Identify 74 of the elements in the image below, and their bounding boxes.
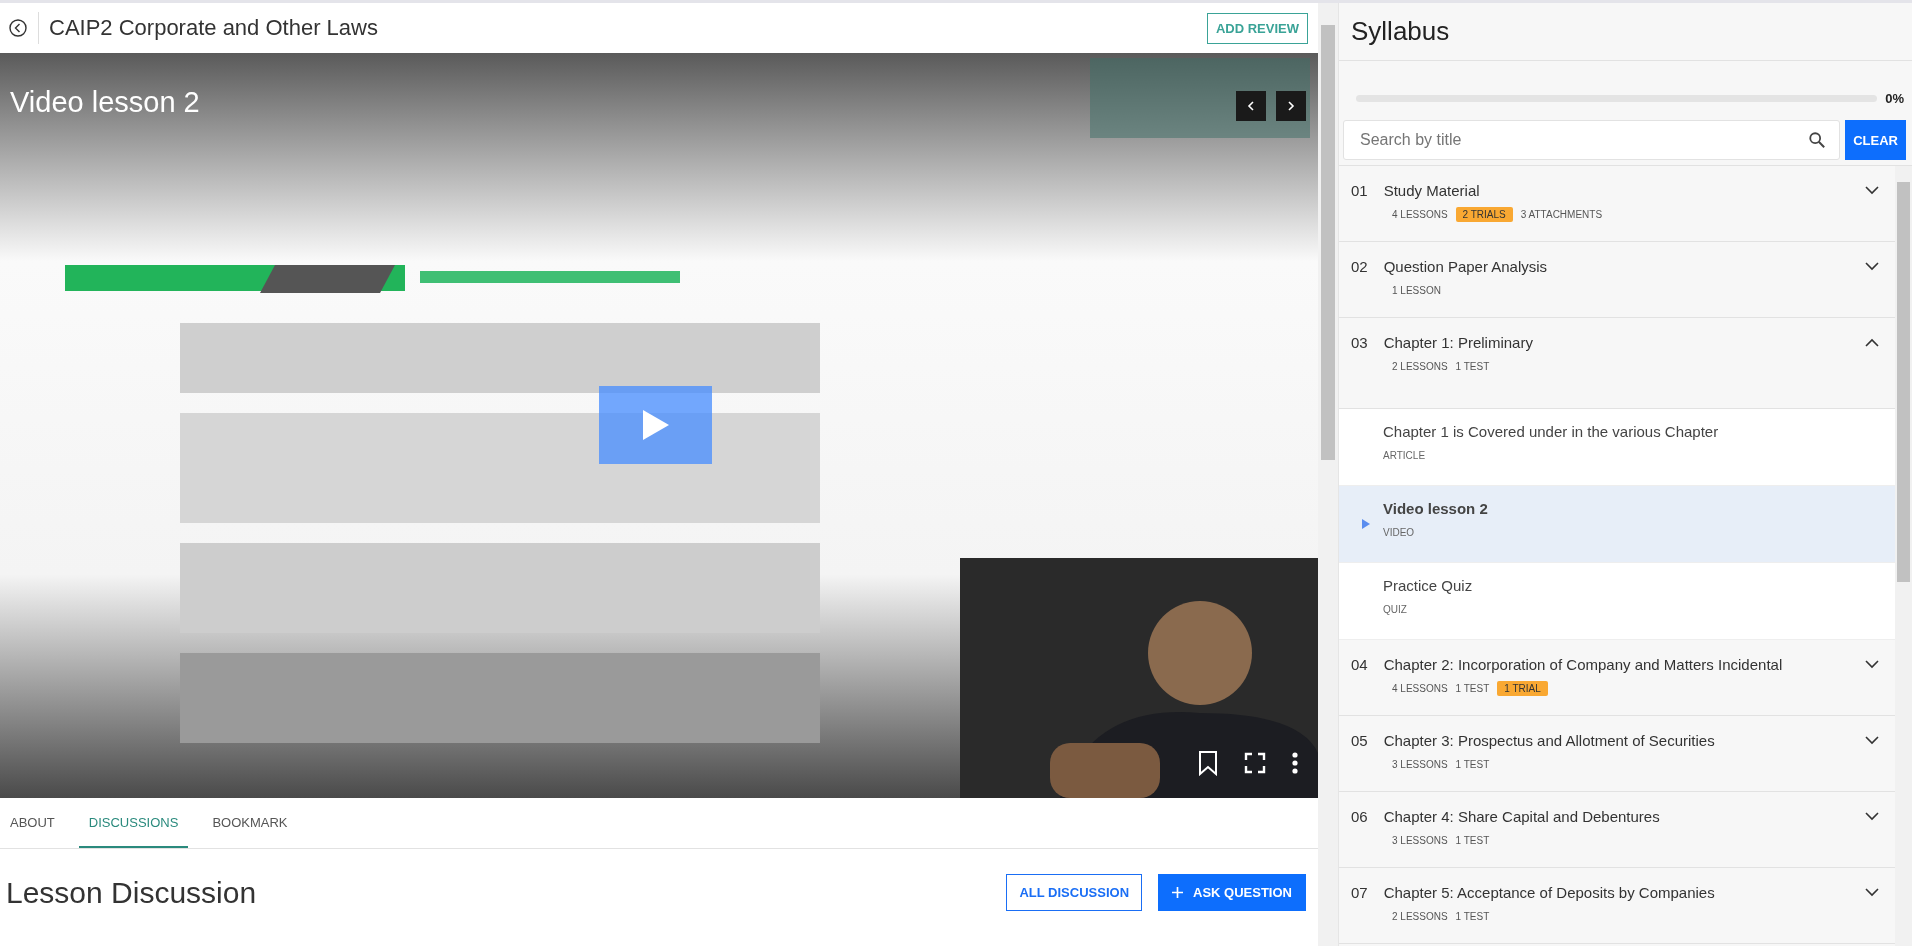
- search-field[interactable]: Search by title: [1343, 120, 1841, 160]
- meta-label: 2 LESSONS: [1392, 910, 1448, 924]
- lesson-type: ARTICLE: [1383, 450, 1427, 461]
- plus-icon: [1172, 887, 1184, 898]
- section-title: Chapter 2: Incorporation of Company and Matters Incidental: [1383, 656, 1784, 673]
- play-icon: [640, 408, 671, 442]
- section-number: 02: [1351, 258, 1368, 275]
- section-title: Chapter 3: Prospectus and Allotment of Securities: [1383, 732, 1716, 749]
- meta-label: 3 LESSONS: [1392, 758, 1448, 772]
- course-title: CAIP2 Corporate and Other Laws: [49, 15, 379, 41]
- section-title: Chapter 4: Share Capital and Debentures: [1383, 808, 1661, 825]
- chevron-down-icon[interactable]: [1865, 186, 1879, 195]
- clear-button[interactable]: CLEAR: [1845, 120, 1906, 160]
- chevron-left-icon: [1245, 100, 1257, 112]
- lesson-type: VIDEO: [1383, 527, 1416, 538]
- section-heading: Lesson Discussion: [6, 875, 257, 910]
- chevron-down-icon[interactable]: [1865, 736, 1879, 745]
- meta-label: 2 LESSONS: [1392, 360, 1448, 374]
- panel-title: Syllabus: [1351, 16, 1450, 47]
- meta-label: 1 LESSON: [1392, 284, 1441, 298]
- scrollbar[interactable]: [1318, 3, 1338, 946]
- search-icon: [1808, 131, 1827, 149]
- progress-percent: 0%: [1885, 91, 1904, 106]
- scrollbar[interactable]: [1895, 166, 1912, 946]
- section-number: 06: [1351, 808, 1368, 825]
- lesson-row[interactable]: Chapter 1 is Covered under in the various Chapter ARTICLE: [1339, 409, 1895, 486]
- section-number: 04: [1351, 656, 1368, 673]
- section-title: Study Material: [1383, 182, 1481, 199]
- back-icon[interactable]: [8, 18, 28, 38]
- meta-label: 1 TEST: [1455, 682, 1490, 696]
- meta-label: 3 ATTACHMENTS: [1520, 208, 1603, 222]
- lesson-title: Practice Quiz: [1383, 577, 1474, 594]
- bookmark-icon[interactable]: [1198, 750, 1218, 776]
- ask-question-button[interactable]: ASK QUESTION: [1158, 874, 1306, 911]
- section-number: 07: [1351, 884, 1368, 901]
- lesson-row[interactable]: Practice Quiz QUIZ: [1339, 563, 1895, 640]
- chevron-up-icon[interactable]: [1865, 338, 1879, 347]
- meta-label: 4 LESSONS: [1392, 208, 1448, 222]
- trial-badge: 2 TRIALS: [1455, 207, 1513, 222]
- meta-label: 4 LESSONS: [1392, 682, 1448, 696]
- tab[interactable]: BOOKMARK: [202, 798, 298, 848]
- lesson-type: QUIZ: [1383, 604, 1408, 615]
- section-number: 05: [1351, 732, 1368, 749]
- meta-label: 1 TEST: [1455, 360, 1490, 374]
- all-discussion-button[interactable]: ALL DISCUSSION: [1006, 874, 1143, 911]
- section-title: Chapter 1: Preliminary: [1383, 334, 1534, 351]
- chevron-down-icon[interactable]: [1865, 660, 1879, 669]
- fullscreen-icon[interactable]: [1244, 752, 1266, 774]
- chevron-down-icon[interactable]: [1865, 812, 1879, 821]
- lesson-title: Video lesson 2: [1383, 500, 1489, 517]
- next-button[interactable]: [1276, 91, 1306, 121]
- play-icon: [1362, 519, 1370, 529]
- section-number: 01: [1351, 182, 1368, 199]
- chevron-right-icon: [1285, 100, 1297, 112]
- play-button[interactable]: [599, 386, 712, 464]
- chevron-down-icon[interactable]: [1865, 262, 1879, 271]
- tab[interactable]: ABOUT: [0, 798, 65, 848]
- video-title: Video lesson 2: [10, 86, 200, 119]
- meta-label: 1 TEST: [1455, 834, 1490, 848]
- tab[interactable]: DISCUSSIONS: [78, 798, 189, 848]
- section-row[interactable]: 04 Chapter 2: Incorporation of Company and Matters Incidental 4 LESSONS 1 TEST 1 TRIAL: [1339, 640, 1895, 716]
- section-title: Question Paper Analysis: [1383, 258, 1549, 275]
- lesson-title: Chapter 1 is Covered under in the various Chapter: [1383, 423, 1720, 440]
- previous-button[interactable]: [1236, 91, 1266, 121]
- trial-badge: 1 TRIAL: [1497, 681, 1548, 696]
- meta-label: 1 TEST: [1455, 758, 1490, 772]
- section-row[interactable]: 01 Study Material 4 LESSONS 2 TRIALS 3 ATTACHMENTS: [1339, 166, 1895, 242]
- more-icon[interactable]: [1292, 752, 1298, 774]
- meta-label: 3 LESSONS: [1392, 834, 1448, 848]
- section-number: 03: [1351, 334, 1368, 351]
- chevron-down-icon[interactable]: [1865, 888, 1879, 897]
- meta-label: 1 TEST: [1455, 910, 1490, 924]
- section-title: Chapter 5: Acceptance of Deposits by Companies: [1383, 884, 1716, 901]
- lesson-row[interactable]: Video lesson 2 VIDEO: [1339, 486, 1895, 563]
